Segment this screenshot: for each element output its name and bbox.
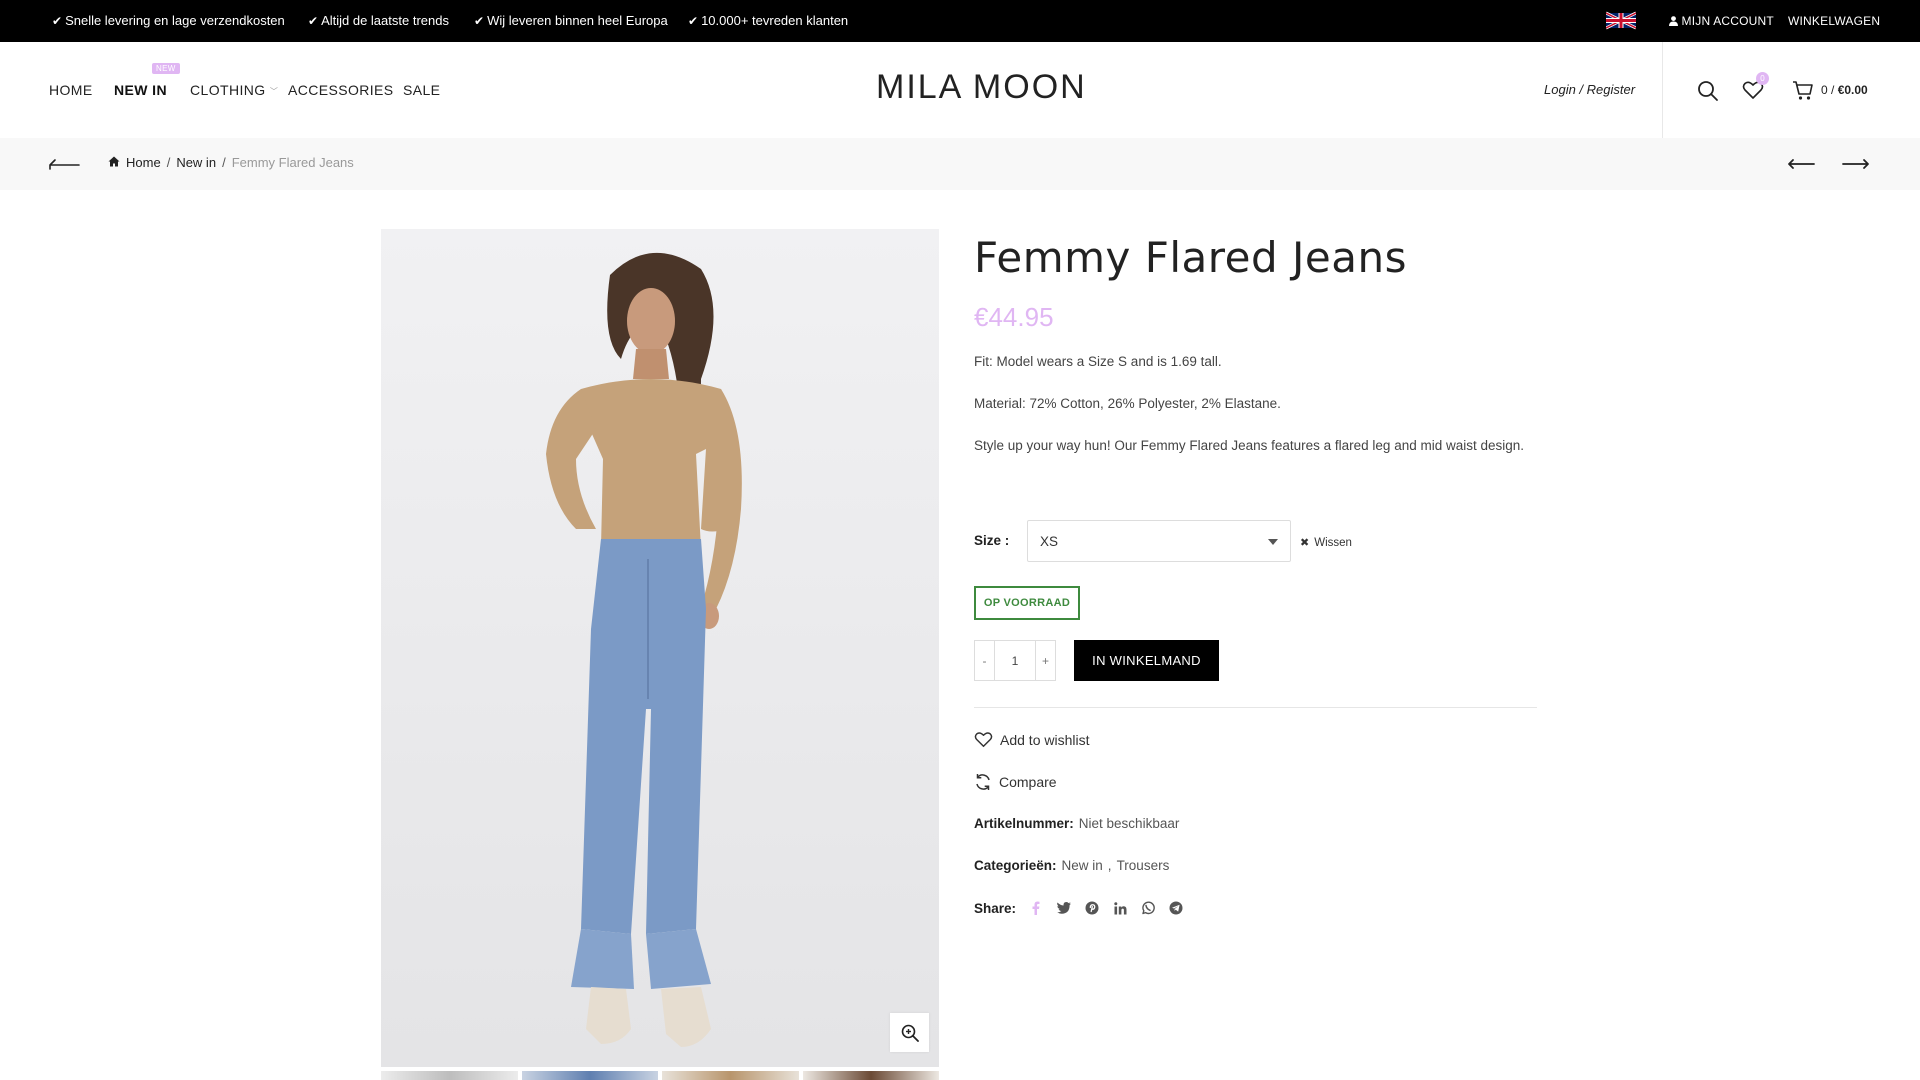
site-logo[interactable]: MILA MOON (876, 68, 1087, 107)
prev-product-arrow-icon[interactable] (1787, 158, 1815, 170)
check-icon: ✔ (688, 13, 699, 28)
share-row: Share: (974, 900, 1184, 916)
heart-icon (974, 732, 993, 748)
refresh-compare-icon (976, 774, 990, 790)
quantity-minus-button[interactable]: - (974, 640, 995, 681)
product-photo-illustration (546, 252, 742, 1047)
uk-flag-icon[interactable] (1606, 10, 1636, 31)
dropdown-caret-icon (1268, 539, 1278, 545)
account-link[interactable]: MIJN ACCOUNT (1669, 14, 1774, 29)
breadcrumb-current: Femmy Flared Jeans (231, 155, 354, 170)
usp-item: ✔ Wij leveren binnen heel Europa (474, 13, 668, 28)
thumbnail[interactable] (802, 1071, 939, 1080)
check-icon: ✔ (474, 13, 485, 28)
usp-item: ✔ Snelle levering en lage verzendkosten (52, 13, 285, 28)
user-icon (1669, 15, 1678, 29)
cart-top-link[interactable]: WINKELWAGEN (1788, 14, 1880, 28)
size-select[interactable]: XS (1027, 520, 1291, 562)
quantity-plus-button[interactable]: + (1035, 640, 1056, 681)
clear-label: Wissen (1314, 536, 1352, 549)
breadcrumb-separator: / (166, 155, 171, 170)
wishlist-count-badge: 0 (1756, 72, 1769, 85)
clear-selection-button[interactable]: ✖ Wissen (1300, 536, 1352, 550)
twitter-icon[interactable] (1056, 900, 1072, 916)
categories-label: Categorieën: (974, 858, 1057, 873)
add-to-wishlist-button[interactable]: Add to wishlist (974, 731, 1089, 748)
check-icon: ✔ (52, 13, 63, 28)
sku-value: Niet beschikbaar (1078, 816, 1180, 831)
sku-row: Artikelnummer: Niet beschikbaar (974, 816, 1179, 831)
quantity-input[interactable]: 1 (995, 640, 1035, 681)
thumbnail[interactable] (381, 1071, 518, 1080)
back-arrow-icon[interactable] (48, 158, 80, 172)
size-selected-value: XS (1040, 534, 1059, 549)
share-label: Share: (974, 900, 1017, 916)
login-register-link[interactable]: Login / Register (1544, 82, 1635, 97)
usp-item: ✔ Altijd de laatste trends (308, 13, 449, 28)
cart-separator: / (1827, 83, 1838, 97)
nav-sale[interactable]: SALE (403, 82, 440, 98)
facebook-icon[interactable] (1028, 900, 1044, 916)
cart-icon[interactable] (1792, 80, 1814, 101)
compare-label: Compare (999, 774, 1057, 790)
breadcrumb-bar: Home / New in / Femmy Flared Jeans (0, 138, 1920, 190)
add-to-cart-button[interactable]: IN WINKELMAND (1074, 640, 1219, 681)
sku-label: Artikelnummer: (974, 816, 1074, 831)
breadcrumb-new-in[interactable]: New in (176, 155, 216, 170)
product-material: Material: 72% Cotton, 26% Polyester, 2% … (974, 396, 1281, 411)
category-separator: , (1107, 858, 1112, 873)
pinterest-icon[interactable] (1084, 900, 1100, 916)
nav-accessories[interactable]: ACCESSORIES (288, 82, 394, 98)
close-icon: ✖ (1300, 537, 1310, 549)
wishlist-label: Add to wishlist (1000, 731, 1090, 748)
nav-new-in[interactable]: NEW IN (114, 82, 167, 98)
nav-clothing-label: CLOTHING (190, 82, 266, 98)
usp-text: Wij leveren binnen heel Europa (487, 13, 668, 28)
usp-text: Altijd de laatste trends (321, 13, 449, 28)
usp-item: ✔ 10.000+ tevreden klanten (688, 13, 848, 28)
usp-text: 10.000+ tevreden klanten (701, 13, 849, 28)
breadcrumb: Home / New in / Femmy Flared Jeans (108, 155, 354, 170)
usp-text: Snelle levering en lage verzendkosten (65, 13, 285, 28)
cart-count: 0 (1821, 83, 1828, 97)
size-label: Size : (974, 533, 1010, 548)
product-main-image[interactable] (381, 229, 939, 1067)
cart-summary[interactable]: 0 / €0.00 (1821, 83, 1868, 97)
home-icon (108, 155, 120, 170)
new-badge: NEW (152, 63, 180, 74)
whatsapp-icon[interactable] (1140, 900, 1156, 916)
compare-button[interactable]: Compare (974, 773, 1057, 791)
product-price: €44.95 (974, 302, 1054, 332)
linkedin-icon[interactable] (1112, 900, 1128, 916)
check-icon: ✔ (308, 13, 319, 28)
topbar: ✔ Snelle levering en lage verzendkosten ✔… (0, 0, 1920, 42)
nav-clothing[interactable]: CLOTHING ﹀ (190, 82, 278, 98)
breadcrumb-separator: / (222, 155, 226, 170)
divider (974, 707, 1537, 708)
quantity-stepper: - 1 + (974, 640, 1056, 681)
next-product-arrow-icon[interactable] (1842, 158, 1870, 170)
thumbnail[interactable] (521, 1071, 658, 1080)
chevron-down-icon: ﹀ (269, 87, 279, 96)
main-header: HOME NEW IN NEW CLOTHING ﹀ ACCESSORIES S… (0, 42, 1920, 138)
stock-status-badge: OP VOORRAAD (974, 586, 1080, 620)
telegram-icon[interactable] (1168, 900, 1184, 916)
account-label: MIJN ACCOUNT (1681, 14, 1774, 28)
search-icon[interactable] (1697, 80, 1719, 102)
zoom-button[interactable] (890, 1013, 929, 1052)
cart-total: €0.00 (1837, 83, 1868, 97)
breadcrumb-home[interactable]: Home (126, 155, 161, 170)
thumbnail-strip (381, 1071, 939, 1080)
product-title: Femmy Flared Jeans (974, 233, 1407, 282)
product-description: Style up your way hun! Our Femmy Flared … (974, 438, 1525, 453)
zoom-in-icon (901, 1024, 919, 1042)
category-link[interactable]: Trousers (1117, 858, 1170, 873)
categories-row: Categorieën: New in, Trousers (974, 858, 1169, 873)
nav-home[interactable]: HOME (49, 82, 93, 98)
product-fit: Fit: Model wears a Size S and is 1.69 ta… (974, 354, 1222, 369)
header-divider (1662, 42, 1663, 138)
thumbnail[interactable] (662, 1071, 799, 1080)
category-link[interactable]: New in (1062, 858, 1103, 873)
